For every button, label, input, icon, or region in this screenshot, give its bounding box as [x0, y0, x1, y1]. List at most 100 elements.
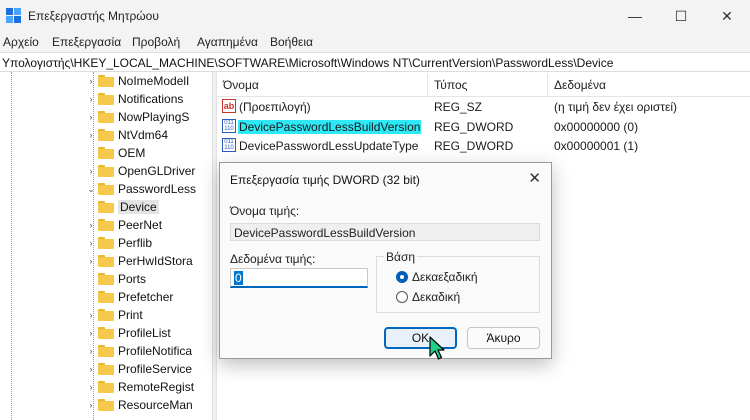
registry-editor-icon: [6, 8, 21, 23]
decimal-radio[interactable]: [396, 291, 408, 303]
close-icon: ✕: [721, 7, 733, 24]
decimal-label[interactable]: Δεκαδική: [412, 290, 460, 304]
column-header-type[interactable]: Τύπος: [434, 78, 467, 92]
tree-node[interactable]: OEM: [86, 144, 145, 162]
tree-node[interactable]: › PerHwIdStora: [86, 252, 193, 270]
chevron-right-icon[interactable]: ›: [86, 382, 96, 392]
value-data: 0x00000001 (1): [554, 139, 639, 153]
chevron-right-icon[interactable]: ›: [86, 364, 96, 374]
value-data-label: Δεδομένα τιμής:: [230, 252, 316, 266]
chevron-right-icon[interactable]: ›: [86, 112, 96, 122]
folder-icon: [98, 93, 114, 105]
tree-node[interactable]: › ProfileNotifica: [86, 342, 193, 360]
hexadecimal-label[interactable]: Δεκαεξαδική: [412, 270, 478, 284]
value-name-label: Όνομα τιμής:: [230, 204, 300, 218]
folder-icon: [98, 255, 114, 267]
chevron-right-icon[interactable]: ›: [86, 256, 96, 266]
folder-icon: [98, 201, 114, 213]
tree-node-label: PasswordLess: [118, 182, 197, 196]
folder-icon: [98, 75, 114, 87]
tree-node[interactable]: › NtVdm64: [86, 126, 169, 144]
folder-icon: [98, 165, 114, 177]
value-name: DevicePasswordLessBuildVersion: [238, 120, 422, 134]
chevron-right-icon[interactable]: ›: [86, 238, 96, 248]
value-data: 0x00000000 (0): [554, 120, 639, 134]
menu-view[interactable]: Προβολή: [132, 35, 180, 49]
close-window-button[interactable]: ✕: [704, 0, 750, 32]
chevron-right-icon[interactable]: ›: [86, 310, 96, 320]
column-divider[interactable]: [427, 74, 428, 96]
string-value-icon: ab: [222, 99, 236, 113]
tree-node[interactable]: Prefetcher: [86, 288, 173, 306]
dialog-title: Επεξεργασία τιμής DWORD (32 bit): [230, 173, 420, 187]
edit-dword-dialog: Επεξεργασία τιμής DWORD (32 bit) ✕ Όνομα…: [219, 162, 552, 359]
tree-node[interactable]: › ProfileService: [86, 360, 193, 378]
chevron-right-icon[interactable]: ›: [86, 130, 96, 140]
tree-node[interactable]: › RemoteRegist: [86, 378, 195, 396]
column-divider[interactable]: [547, 74, 548, 96]
value-type: REG_DWORD: [434, 120, 514, 134]
tree-node[interactable]: Device: [98, 198, 159, 216]
value-data-input[interactable]: 0: [230, 268, 368, 288]
minimize-button[interactable]: —: [612, 0, 658, 32]
tree-node-label: OEM: [118, 146, 146, 160]
folder-icon: [98, 111, 114, 123]
tree-node[interactable]: › OpenGLDriver: [86, 162, 196, 180]
menu-bar: Αρχείο Επεξεργασία Προβολή Αγαπημένα Βοή…: [0, 32, 750, 52]
tree-guide-line: [11, 72, 12, 420]
tree-node[interactable]: › NowPlayingS: [86, 108, 190, 126]
menu-help[interactable]: Βοήθεια: [270, 35, 313, 49]
value-row[interactable]: ab (Προεπιλογή) REG_SZ (η τιμή δεν έχει …: [217, 98, 750, 116]
tree-node-label: Notifications: [118, 92, 184, 106]
tree-node[interactable]: › ResourceMan: [86, 396, 193, 414]
folder-icon: [98, 147, 114, 159]
chevron-right-icon[interactable]: ›: [86, 94, 96, 104]
tree-node[interactable]: › Perflib: [86, 234, 153, 252]
base-group-label: Βάση: [384, 250, 418, 264]
key-tree: › NoImeModelI › Notifications › NowPlayingS › N…: [0, 72, 212, 420]
tree-node-label: NoImeModelI: [118, 74, 190, 88]
menu-edit[interactable]: Επεξεργασία: [52, 35, 121, 49]
tree-node[interactable]: › PeerNet: [86, 216, 163, 234]
folder-icon: [98, 183, 114, 195]
value-data: (η τιμή δεν έχει οριστεί): [554, 100, 678, 114]
menu-favorites[interactable]: Αγαπημένα: [197, 35, 258, 49]
hexadecimal-radio[interactable]: [396, 271, 408, 283]
tree-node-label: PeerNet: [118, 218, 163, 232]
maximize-button[interactable]: ☐: [658, 0, 704, 32]
cancel-button[interactable]: Άκυρο: [467, 327, 540, 349]
value-row[interactable]: 011 110 DevicePasswordLessBuildVersion R…: [217, 118, 750, 136]
column-header-data[interactable]: Δεδομένα: [554, 78, 606, 92]
tree-node-label: ProfileService: [118, 362, 193, 376]
value-row[interactable]: 011 110 DevicePasswordLessUpdateType REG…: [217, 137, 750, 155]
dialog-close-button[interactable]: ✕: [528, 169, 541, 187]
binary-value-icon: 011 110: [222, 119, 236, 133]
value-data-text: 0: [234, 271, 243, 285]
tree-node-label: ResourceMan: [118, 398, 193, 412]
chevron-right-icon[interactable]: ›: [86, 400, 96, 410]
tree-node-label: RemoteRegist: [118, 380, 195, 394]
folder-icon: [98, 129, 114, 141]
mouse-pointer-icon: [429, 336, 445, 360]
menu-file[interactable]: Αρχείο: [3, 35, 39, 49]
tree-node-label: Prefetcher: [118, 290, 174, 304]
chevron-right-icon[interactable]: ›: [86, 346, 96, 356]
tree-node[interactable]: › Print: [86, 306, 143, 324]
chevron-right-icon[interactable]: ›: [86, 328, 96, 338]
column-header-name[interactable]: Όνομα: [223, 78, 259, 92]
tree-node[interactable]: › ProfileList: [86, 324, 171, 342]
tree-node[interactable]: › NoImeModelI: [86, 72, 190, 90]
tree-node-label: OpenGLDriver: [118, 164, 196, 178]
tree-node[interactable]: ⌄ PasswordLess: [86, 180, 196, 198]
chevron-right-icon[interactable]: ›: [86, 76, 96, 86]
folder-icon: [98, 363, 114, 375]
address-bar[interactable]: Υπολογιστής\HKEY_LOCAL_MACHINE\SOFTWARE\…: [0, 52, 750, 72]
folder-icon: [98, 291, 114, 303]
chevron-right-icon[interactable]: ›: [86, 166, 96, 176]
chevron-right-icon[interactable]: ›: [86, 220, 96, 230]
tree-node-label: NowPlayingS: [118, 110, 190, 124]
tree-node[interactable]: Ports: [86, 270, 146, 288]
tree-node[interactable]: › Notifications: [86, 90, 184, 108]
tree-node-label: ProfileList: [118, 326, 171, 340]
chevron-down-icon[interactable]: ⌄: [86, 184, 96, 195]
